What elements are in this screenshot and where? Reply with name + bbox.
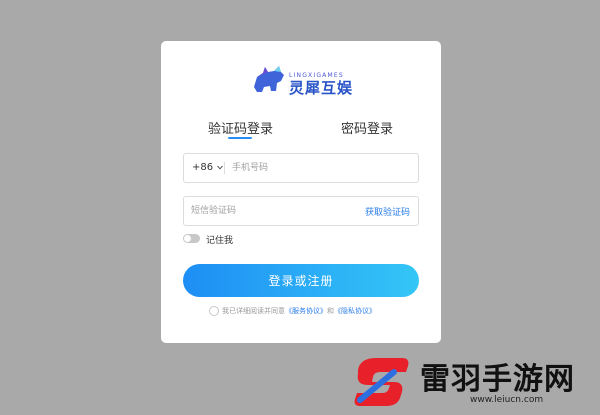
agreement-text: 我已详细阅读并同意《服务协议》和《隐私协议》 bbox=[222, 306, 376, 316]
sms-code-input[interactable] bbox=[191, 197, 341, 225]
agreement-and: 和 bbox=[327, 307, 334, 315]
phone-input[interactable] bbox=[232, 154, 412, 182]
agreement-checkbox[interactable] bbox=[209, 306, 219, 316]
remember-me-toggle[interactable] bbox=[183, 234, 200, 243]
login-or-register-button[interactable]: 登录或注册 bbox=[183, 264, 419, 297]
logo-title: 灵犀互娱 bbox=[289, 79, 354, 97]
remember-me-label: 记住我 bbox=[206, 236, 234, 246]
get-code-button[interactable]: 获取验证码 bbox=[365, 205, 410, 218]
watermark-url: www.leiucn.com bbox=[470, 395, 544, 405]
phone-field: +86 bbox=[183, 153, 419, 183]
agreement-prefix: 我已详细阅读并同意 bbox=[222, 307, 285, 315]
toggle-knob bbox=[184, 235, 191, 242]
service-agreement-link[interactable]: 《服务协议》 bbox=[285, 307, 327, 315]
rhino-logo-icon bbox=[254, 66, 284, 92]
watermark-logo-icon bbox=[354, 358, 409, 406]
tab-password-login[interactable]: 密码登录 bbox=[341, 118, 393, 137]
watermark-title: 雷羽手游网 bbox=[420, 362, 575, 397]
chevron-down-icon bbox=[217, 165, 224, 170]
divider bbox=[224, 162, 225, 174]
tab-sms-login[interactable]: 验证码登录 bbox=[208, 118, 273, 137]
privacy-agreement-link[interactable]: 《隐私协议》 bbox=[334, 307, 376, 315]
login-card: LINGXIGAMES 灵犀互娱 验证码登录 密码登录 +86 获取验证码 记住… bbox=[161, 41, 441, 343]
brand-logo: LINGXIGAMES 灵犀互娱 bbox=[251, 63, 361, 99]
country-code-label: +86 bbox=[192, 162, 214, 173]
sms-code-field: 获取验证码 bbox=[183, 196, 419, 226]
active-tab-indicator bbox=[228, 137, 252, 139]
country-code-select[interactable]: +86 bbox=[192, 162, 224, 173]
